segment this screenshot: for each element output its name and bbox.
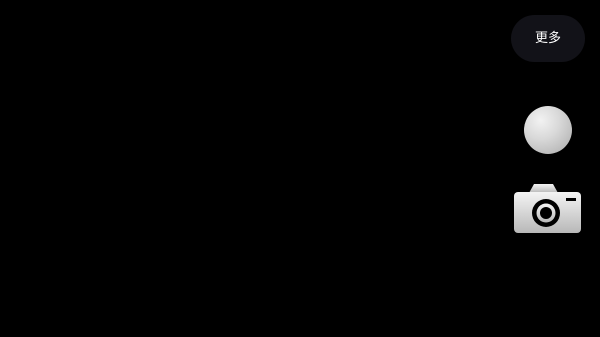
camera-mode-button[interactable] [513, 182, 582, 234]
camera-icon [514, 184, 581, 233]
camera-viewfinder: 更多 [0, 0, 600, 337]
shutter-button[interactable] [524, 106, 572, 154]
more-button[interactable]: 更多 [511, 15, 585, 62]
